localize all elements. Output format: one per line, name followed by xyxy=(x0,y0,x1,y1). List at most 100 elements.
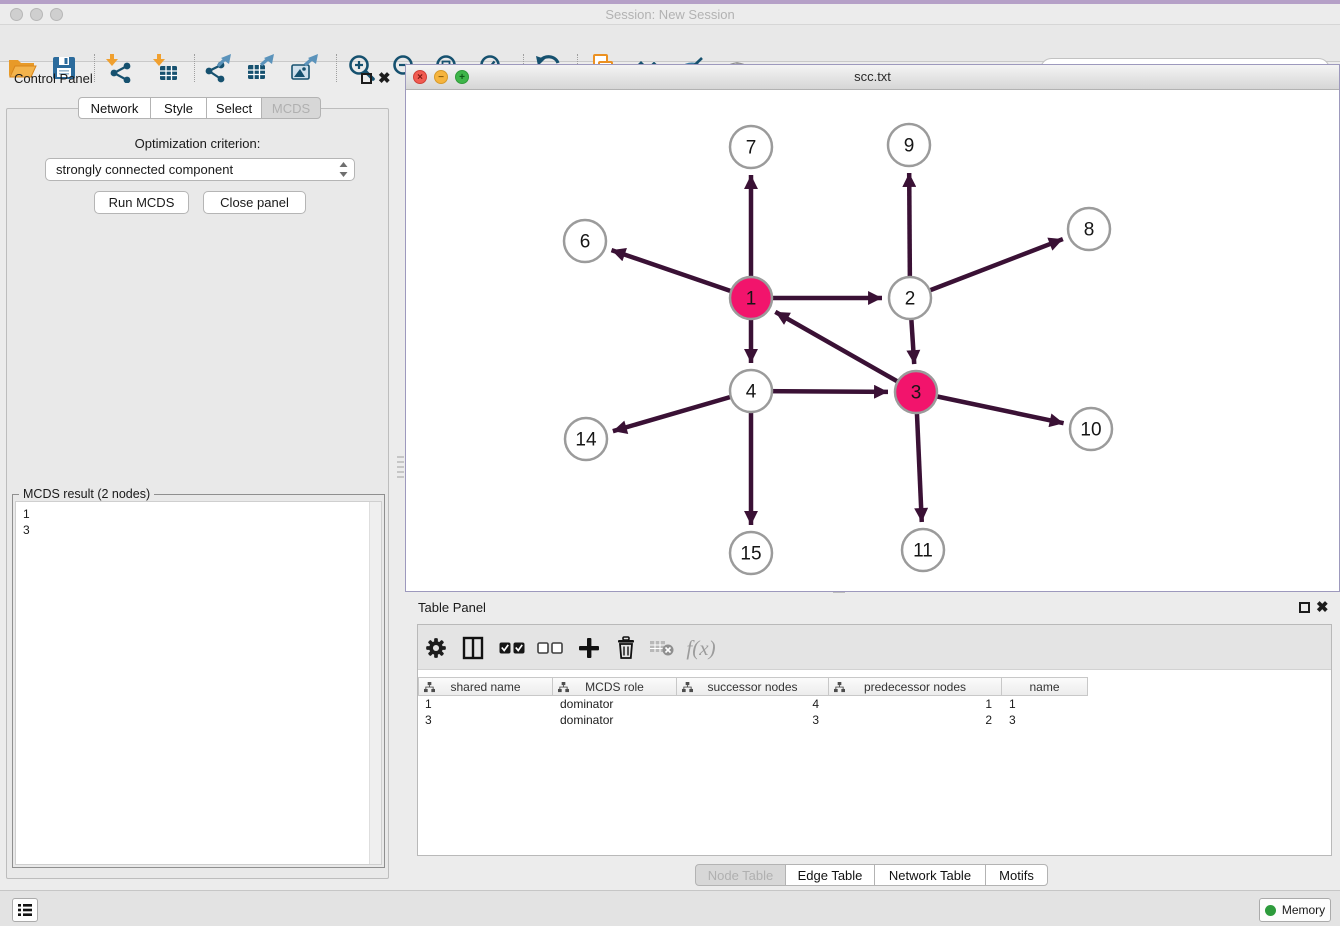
optimization-criterion-label: Optimization criterion: xyxy=(6,136,389,151)
cell-mcds-role[interactable]: dominator xyxy=(553,712,677,728)
column-type-icon xyxy=(834,682,845,696)
column-header-successor-nodes[interactable]: successor nodes xyxy=(677,678,829,695)
result-scrollbar[interactable] xyxy=(369,502,381,864)
network-minimize-button[interactable]: − xyxy=(434,70,448,84)
table-panel-tabs: Node Table Edge Table Network Table Moti… xyxy=(695,864,1048,886)
titlebar[interactable]: Session: New Session xyxy=(0,4,1340,25)
graph-node-label: 11 xyxy=(913,541,933,562)
panel-splitter-grip[interactable] xyxy=(397,456,404,480)
graph-node-3[interactable]: 3 xyxy=(895,371,937,413)
graph-node-6[interactable]: 6 xyxy=(564,220,606,262)
table-row[interactable]: 3 dominator 3 2 3 xyxy=(418,712,1088,728)
graph-edge-3-10[interactable] xyxy=(916,392,1064,423)
network-maximize-button[interactable]: + xyxy=(455,70,469,84)
network-window-title: scc.txt xyxy=(406,65,1339,89)
run-mcds-button[interactable]: Run MCDS xyxy=(94,191,189,214)
graph-edge-3-1[interactable] xyxy=(775,312,916,392)
tab-motifs[interactable]: Motifs xyxy=(985,864,1048,886)
table-panel-title: Table Panel xyxy=(418,600,486,615)
graph-node-14[interactable]: 14 xyxy=(565,418,607,460)
column-header-mcds-role[interactable]: MCDS role xyxy=(553,678,677,695)
graph-node-label: 15 xyxy=(740,544,761,565)
memory-button[interactable]: Memory xyxy=(1259,898,1331,922)
function-builder-icon[interactable]: f(x) xyxy=(686,634,716,662)
column-type-icon xyxy=(682,682,693,696)
table-panel-float-button[interactable] xyxy=(1299,602,1310,613)
status-bar: Memory xyxy=(0,890,1340,926)
cell-predecessor-nodes[interactable]: 1 xyxy=(829,696,1002,712)
toolbar-separator xyxy=(94,54,95,82)
graph-node-1[interactable]: 1 xyxy=(730,277,772,319)
cell-name[interactable]: 1 xyxy=(1002,696,1088,712)
cell-shared-name[interactable]: 1 xyxy=(418,696,553,712)
cell-name[interactable]: 3 xyxy=(1002,712,1088,728)
graph-node-label: 8 xyxy=(1084,220,1095,241)
graph-edge-2-8[interactable] xyxy=(910,239,1063,298)
close-panel-button[interactable]: Close panel xyxy=(203,191,306,214)
tab-network-table[interactable]: Network Table xyxy=(874,864,986,886)
delete-table-icon[interactable] xyxy=(647,634,677,662)
column-type-icon xyxy=(558,682,569,696)
network-window-titlebar[interactable]: × − + scc.txt xyxy=(406,65,1339,90)
control-panel-close-button[interactable]: ✖ xyxy=(378,72,391,86)
graph-node-4[interactable]: 4 xyxy=(730,370,772,412)
criterion-dropdown-value: strongly connected component xyxy=(56,162,233,177)
table-panel-close-button[interactable]: ✖ xyxy=(1316,601,1329,615)
graph-node-label: 10 xyxy=(1080,420,1101,441)
export-network-icon[interactable] xyxy=(201,51,235,85)
graph-node-label: 9 xyxy=(904,136,915,157)
mcds-result-line: 3 xyxy=(23,522,381,538)
cell-predecessor-nodes[interactable]: 2 xyxy=(829,712,1002,728)
tab-edge-table[interactable]: Edge Table xyxy=(785,864,875,886)
mcds-result-groupbox: MCDS result (2 nodes) 1 3 xyxy=(12,494,385,868)
graph-node-8[interactable]: 8 xyxy=(1068,208,1110,250)
create-column-icon[interactable] xyxy=(574,634,604,662)
graph-node-9[interactable]: 9 xyxy=(888,124,930,166)
show-columns-icon[interactable] xyxy=(458,634,488,662)
minimize-window-button[interactable] xyxy=(30,8,43,21)
table-header-row: shared name MCDS role successor nodes pr… xyxy=(418,677,1088,696)
cell-successor-nodes[interactable]: 3 xyxy=(677,712,829,728)
memory-status-dot xyxy=(1265,905,1276,916)
task-history-button[interactable] xyxy=(12,898,38,922)
criterion-dropdown[interactable]: strongly connected component xyxy=(45,158,355,181)
export-image-icon[interactable] xyxy=(288,51,322,85)
graph-node-10[interactable]: 10 xyxy=(1070,408,1112,450)
import-network-icon[interactable] xyxy=(101,51,135,85)
export-table-icon[interactable] xyxy=(244,51,278,85)
table-settings-gear-icon[interactable] xyxy=(421,634,451,662)
graph-node-label: 1 xyxy=(746,289,757,310)
column-header-predecessor-nodes[interactable]: predecessor nodes xyxy=(829,678,1002,695)
control-panel-float-button[interactable] xyxy=(361,73,372,84)
zoom-window-button[interactable] xyxy=(50,8,63,21)
cell-shared-name[interactable]: 3 xyxy=(418,712,553,728)
graph-node-11[interactable]: 11 xyxy=(902,529,944,571)
cell-successor-nodes[interactable]: 4 xyxy=(677,696,829,712)
column-header-shared-name[interactable]: shared name xyxy=(418,678,553,695)
graph-node-label: 14 xyxy=(575,430,597,451)
toolbar-separator xyxy=(194,54,195,82)
table-row[interactable]: 1 dominator 4 1 1 xyxy=(418,696,1088,712)
close-window-button[interactable] xyxy=(10,8,23,21)
select-all-columns-icon[interactable] xyxy=(497,634,527,662)
graph-node-7[interactable]: 7 xyxy=(730,126,772,168)
tab-mcds[interactable]: MCDS xyxy=(261,97,321,119)
window-title: Session: New Session xyxy=(0,4,1340,25)
deselect-all-columns-icon[interactable] xyxy=(535,634,565,662)
tab-select[interactable]: Select xyxy=(206,97,262,119)
network-canvas[interactable]: 1 2 3 4 6 7 8 9 10 11 14 15 xyxy=(406,90,1339,591)
column-header-name[interactable]: name xyxy=(1002,678,1088,695)
delete-column-trash-icon[interactable] xyxy=(611,634,641,662)
table-toolbar: f(x) xyxy=(418,625,1331,670)
cell-mcds-role[interactable]: dominator xyxy=(553,696,677,712)
network-close-button[interactable]: × xyxy=(413,70,427,84)
tab-network[interactable]: Network xyxy=(78,97,151,119)
control-panel-tabs: Network Style Select MCDS xyxy=(78,97,321,119)
graph-node-2[interactable]: 2 xyxy=(889,277,931,319)
tab-node-table[interactable]: Node Table xyxy=(695,864,786,886)
mcds-result-textarea[interactable]: 1 3 xyxy=(15,501,382,865)
graph-node-label: 4 xyxy=(746,382,757,403)
graph-node-15[interactable]: 15 xyxy=(730,532,772,574)
tab-style[interactable]: Style xyxy=(150,97,207,119)
import-table-icon[interactable] xyxy=(148,51,182,85)
